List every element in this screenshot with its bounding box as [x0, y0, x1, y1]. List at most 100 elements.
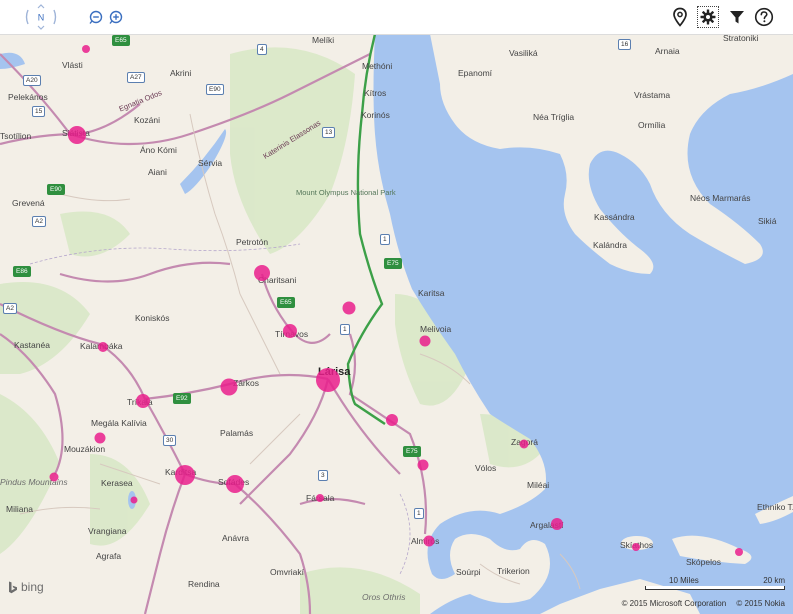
road-shield: A20: [23, 75, 41, 86]
zoom-in-button[interactable]: [106, 7, 126, 27]
map-marker[interactable]: [130, 496, 138, 504]
bing-logo: bing: [8, 580, 44, 594]
map-marker[interactable]: [632, 543, 640, 551]
place-label: Palamás: [220, 428, 254, 438]
road-shield: E92: [173, 393, 191, 404]
road-shield: 16: [618, 39, 632, 50]
map-marker[interactable]: [49, 472, 59, 482]
place-label: Karitsa: [418, 288, 445, 298]
place-label: Omvriakí: [270, 567, 304, 577]
road-shield: A27: [127, 72, 145, 83]
nokia-copyright: © 2015 Nokia: [736, 599, 785, 608]
place-label: Miliana: [6, 504, 33, 514]
place-label: Melivoia: [420, 324, 452, 334]
place-label: Trikerion: [497, 566, 530, 576]
map-toolbar: N: [0, 0, 793, 35]
map-marker[interactable]: [94, 432, 106, 444]
navigation-compass[interactable]: N: [24, 4, 58, 30]
map-app: N Vlásti Akrini Pelekános Tsotílion Kozá…: [0, 0, 793, 614]
map-marker[interactable]: [68, 126, 86, 144]
place-label: Tsotílion: [0, 131, 32, 141]
help-button[interactable]: [754, 7, 774, 27]
road-shield: 1: [380, 234, 390, 245]
scale-bar-line: [645, 586, 785, 590]
place-label: Kalándra: [593, 240, 628, 250]
place-label: Ormília: [638, 120, 666, 130]
map-marker[interactable]: [226, 475, 244, 493]
zoom-out-button[interactable]: [86, 7, 106, 27]
map-marker[interactable]: [417, 459, 429, 471]
scale-bar: 10 Miles 20 km: [645, 576, 785, 592]
road-shield: 1: [414, 508, 424, 519]
map-marker[interactable]: [735, 548, 743, 556]
map-canvas[interactable]: Vlásti Akrini Pelekános Tsotílion Siátis…: [0, 34, 793, 614]
place-label: Anávra: [222, 533, 249, 543]
place-label: Korinós: [361, 110, 390, 120]
place-label: Megála Kalívia: [91, 418, 147, 428]
map-marker[interactable]: [254, 265, 270, 281]
place-label: Miléai: [527, 480, 550, 490]
place-label: Grevená: [12, 198, 45, 208]
road-shield: 13: [322, 127, 336, 138]
place-label: Petrotón: [236, 237, 269, 247]
map-marker[interactable]: [316, 368, 340, 392]
map-marker[interactable]: [98, 342, 108, 352]
settings-button[interactable]: [697, 6, 719, 28]
place-label: Néos Marmarás: [690, 193, 751, 203]
bing-logo-text: bing: [21, 580, 44, 594]
filter-button[interactable]: [727, 7, 747, 27]
place-label: Kassándra: [594, 212, 635, 222]
map-marker[interactable]: [342, 301, 356, 315]
place-label: Skópelos: [686, 557, 721, 567]
place-label: Sikiá: [758, 216, 777, 226]
place-label: Vólos: [475, 463, 497, 473]
place-label: Melíki: [312, 35, 335, 45]
place-label: Ethniko T...: [757, 502, 793, 512]
map-marker[interactable]: [136, 394, 150, 408]
filter-icon: [730, 11, 744, 24]
zoom-in-icon: [109, 10, 123, 24]
place-label: Vrangiana: [88, 526, 127, 536]
road-shield: 15: [32, 106, 46, 117]
place-label: Pelekános: [8, 92, 48, 102]
location-button[interactable]: [670, 7, 690, 27]
place-label: Epanomí: [458, 68, 493, 78]
road-shield: 1: [340, 324, 350, 335]
road-shield: E86: [13, 266, 31, 277]
map-marker[interactable]: [386, 414, 398, 426]
place-label: Áno Kómi: [140, 145, 177, 155]
place-label: Néa Tríglia: [533, 112, 575, 122]
place-label: Vasiliká: [509, 48, 538, 58]
map-marker[interactable]: [175, 465, 195, 485]
road-shield: A2: [3, 303, 17, 314]
map-attribution: © 2015 Microsoft Corporation © 2015 Noki…: [614, 599, 785, 608]
place-label: Oros Othris: [362, 592, 406, 602]
microsoft-copyright: © 2015 Microsoft Corporation: [621, 599, 727, 608]
park-label: Mount Olympus National Park: [296, 188, 396, 197]
scale-miles-label: 10 Miles: [669, 576, 699, 585]
place-label: Stratoniki: [723, 33, 759, 43]
road-shield: E75: [384, 258, 402, 269]
bing-logo-icon: [9, 581, 17, 593]
map-marker[interactable]: [551, 518, 563, 530]
map-marker[interactable]: [423, 535, 435, 547]
map-marker[interactable]: [220, 378, 238, 396]
place-label: Soúrpi: [456, 567, 481, 577]
map-marker[interactable]: [419, 335, 431, 347]
map-marker[interactable]: [316, 494, 324, 502]
zoom-out-icon: [89, 10, 103, 24]
place-label: Kozáni: [134, 115, 160, 125]
place-label: Agrafa: [96, 551, 122, 561]
road-shield: E90: [47, 184, 65, 195]
place-label: Kastanéa: [14, 340, 50, 350]
map-marker[interactable]: [519, 439, 529, 449]
place-label: Vrástama: [634, 90, 671, 100]
place-label: Aiani: [148, 167, 167, 177]
map-marker[interactable]: [82, 45, 90, 53]
compass-north-label: N: [38, 13, 45, 23]
map-marker[interactable]: [283, 324, 297, 338]
road-shield: 3: [318, 470, 328, 481]
gear-icon: [700, 9, 716, 25]
place-label: Rendina: [188, 579, 220, 589]
place-label: Vlásti: [62, 60, 83, 70]
